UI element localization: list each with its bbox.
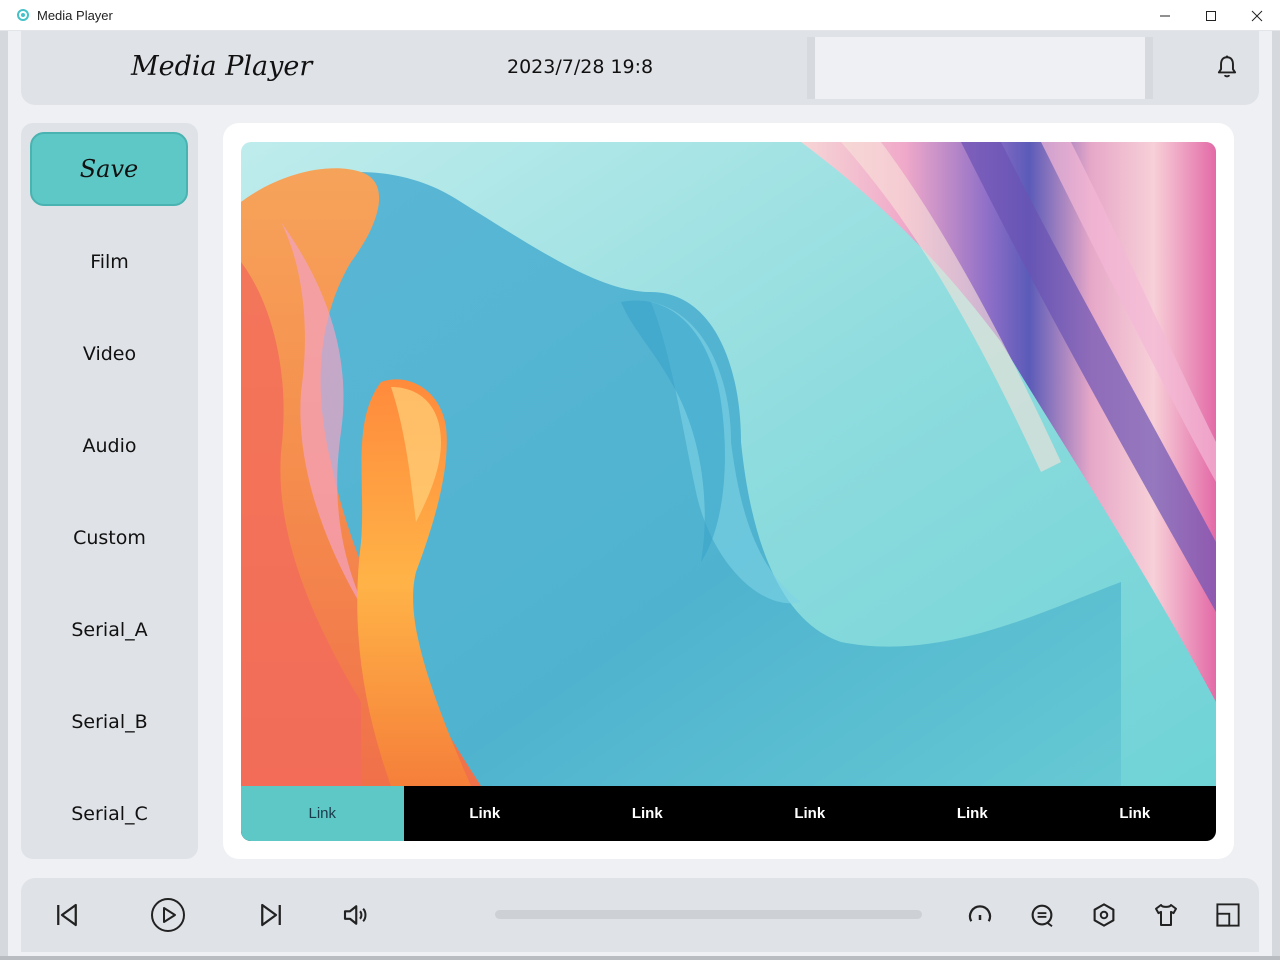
media-artwork bbox=[241, 142, 1216, 786]
link-tab-3[interactable]: Link bbox=[566, 786, 729, 841]
window-title: Media Player bbox=[37, 7, 113, 23]
fullscreen-icon[interactable] bbox=[1213, 900, 1243, 930]
window-titlebar: Media Player bbox=[0, 0, 1280, 31]
frame-border-right bbox=[1272, 31, 1280, 960]
skin-icon[interactable] bbox=[1151, 900, 1181, 930]
subtitle-icon[interactable] bbox=[1027, 900, 1057, 930]
datetime-display: 2023/7/28 19:8 bbox=[507, 56, 654, 78]
player-controls bbox=[21, 878, 1259, 952]
frame-border-bottom bbox=[0, 956, 1280, 960]
media-viewer: Link Link Link Link Link Link bbox=[241, 142, 1216, 841]
link-tab-6[interactable]: Link bbox=[1054, 786, 1217, 841]
save-button[interactable]: Save bbox=[30, 132, 188, 206]
volume-icon[interactable] bbox=[340, 900, 370, 930]
sidebar: Save Film Video Audio Custom Serial_A Se… bbox=[21, 123, 198, 859]
play-icon[interactable] bbox=[150, 897, 186, 933]
progress-slider[interactable] bbox=[495, 910, 922, 919]
settings-icon[interactable] bbox=[1089, 900, 1119, 930]
sidebar-item-video[interactable]: Video bbox=[21, 329, 198, 379]
minimize-icon[interactable] bbox=[1142, 0, 1188, 31]
frame-border-left bbox=[0, 31, 8, 960]
sidebar-item-serial-b[interactable]: Serial_B bbox=[21, 697, 198, 747]
sidebar-item-custom[interactable]: Custom bbox=[21, 513, 198, 563]
page-title: Media Player bbox=[131, 51, 313, 82]
content-panel: Link Link Link Link Link Link bbox=[223, 123, 1234, 859]
sidebar-item-film[interactable]: Film bbox=[21, 237, 198, 287]
maximize-icon[interactable] bbox=[1188, 0, 1234, 31]
link-tab-5[interactable]: Link bbox=[891, 786, 1054, 841]
speed-icon[interactable] bbox=[965, 900, 995, 930]
sidebar-item-serial-c[interactable]: Serial_C bbox=[21, 789, 198, 839]
header-bar: Media Player 2023/7/28 19:8 bbox=[21, 31, 1259, 105]
link-tab-1[interactable]: Link bbox=[241, 786, 404, 841]
skip-previous-icon[interactable] bbox=[52, 900, 82, 930]
bell-icon[interactable] bbox=[1213, 53, 1241, 81]
link-tab-4[interactable]: Link bbox=[729, 786, 892, 841]
sidebar-item-serial-a[interactable]: Serial_A bbox=[21, 605, 198, 655]
app-logo-icon bbox=[17, 9, 29, 21]
link-bar: Link Link Link Link Link Link bbox=[241, 786, 1216, 841]
window-controls bbox=[1142, 0, 1280, 31]
close-icon[interactable] bbox=[1234, 0, 1280, 31]
search-input[interactable] bbox=[807, 37, 1153, 99]
link-tab-2[interactable]: Link bbox=[404, 786, 567, 841]
sidebar-item-audio[interactable]: Audio bbox=[21, 421, 198, 471]
skip-next-icon[interactable] bbox=[256, 900, 286, 930]
